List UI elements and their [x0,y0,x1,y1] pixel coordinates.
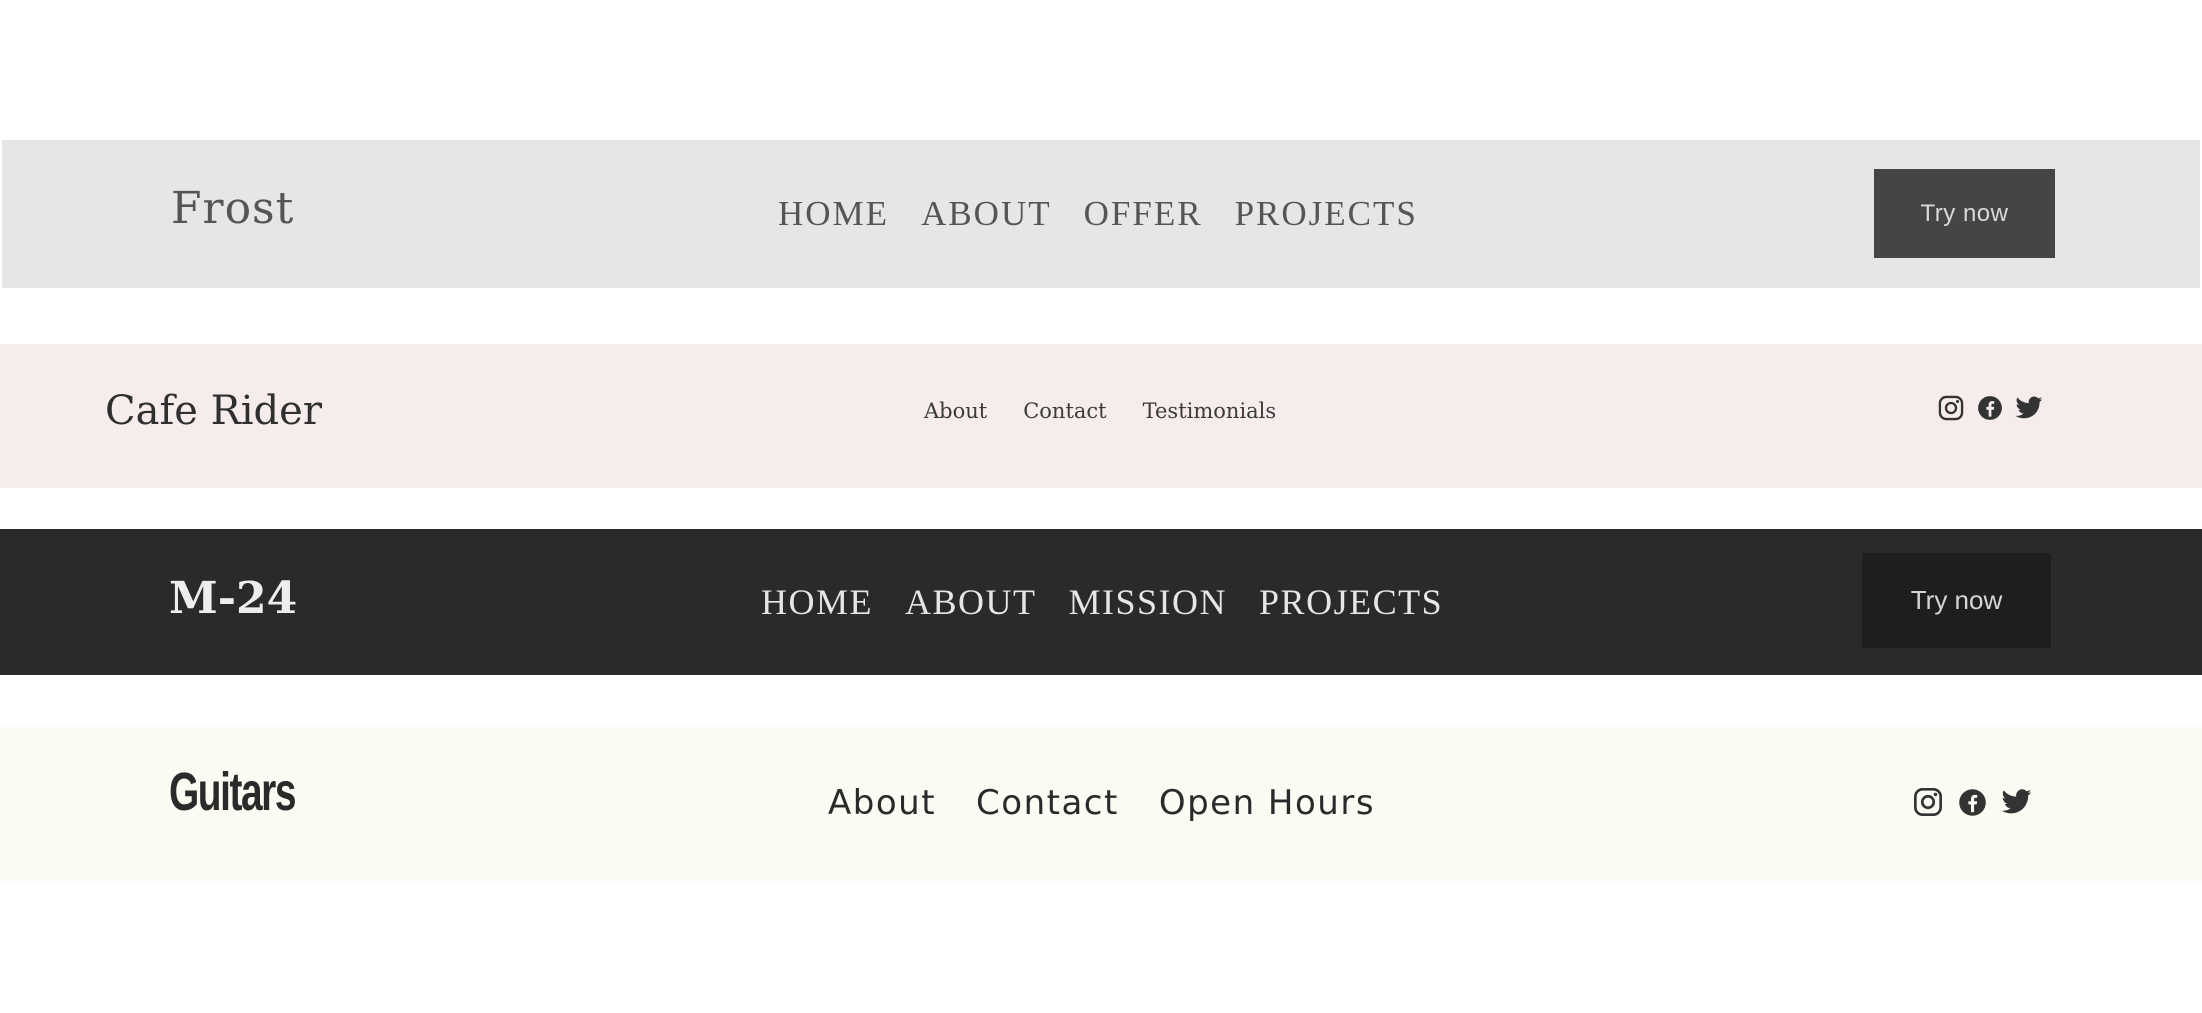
nav-m24: HOME ABOUT MISSION PROJECTS [761,581,1443,623]
nav-guitars: About Contact Open Hours [828,783,1375,823]
nav-item-testimonials[interactable]: Testimonials [1143,399,1277,423]
header-m24: M-24 HOME ABOUT MISSION PROJECTS Try now [0,529,2202,675]
nav-item-contact[interactable]: Contact [976,783,1119,823]
facebook-icon[interactable] [1977,395,2003,421]
nav-item-contact[interactable]: Contact [1023,399,1106,423]
nav-item-home[interactable]: HOME [761,581,873,623]
try-now-button[interactable]: Try now [1874,169,2055,258]
social-icons [1912,786,2032,818]
social-icons [1937,394,2043,422]
nav-item-projects[interactable]: PROJECTS [1259,581,1443,623]
nav-item-open-hours[interactable]: Open Hours [1159,783,1375,823]
nav-cafe-rider: About Contact Testimonials [924,399,1276,423]
instagram-icon[interactable] [1912,786,1944,818]
nav-item-mission[interactable]: MISSION [1069,581,1228,623]
facebook-icon[interactable] [1958,788,1987,817]
header-cafe-rider: Cafe Rider About Contact Testimonials [0,344,2202,488]
twitter-icon[interactable] [2001,789,2032,815]
twitter-icon[interactable] [2015,396,2043,420]
header-frost: Frost HOME ABOUT OFFER PROJECTS Try now [2,140,2200,288]
nav-frost: HOME ABOUT OFFER PROJECTS [778,194,1418,234]
header-guitars: Guitars About Contact Open Hours [0,727,2202,881]
logo-frost[interactable]: Frost [171,183,294,234]
logo-cafe-rider[interactable]: Cafe Rider [105,388,322,434]
logo-m24[interactable]: M-24 [169,573,297,624]
nav-item-home[interactable]: HOME [778,194,889,234]
nav-item-projects[interactable]: PROJECTS [1235,194,1418,234]
nav-item-about[interactable]: About [828,783,936,823]
nav-item-about[interactable]: ABOUT [921,194,1052,234]
nav-item-offer[interactable]: OFFER [1084,194,1203,234]
try-now-button[interactable]: Try now [1862,553,2051,648]
nav-item-about[interactable]: ABOUT [905,581,1037,623]
instagram-icon[interactable] [1937,394,1965,422]
nav-item-about[interactable]: About [924,399,987,423]
logo-guitars[interactable]: Guitars [169,761,296,823]
